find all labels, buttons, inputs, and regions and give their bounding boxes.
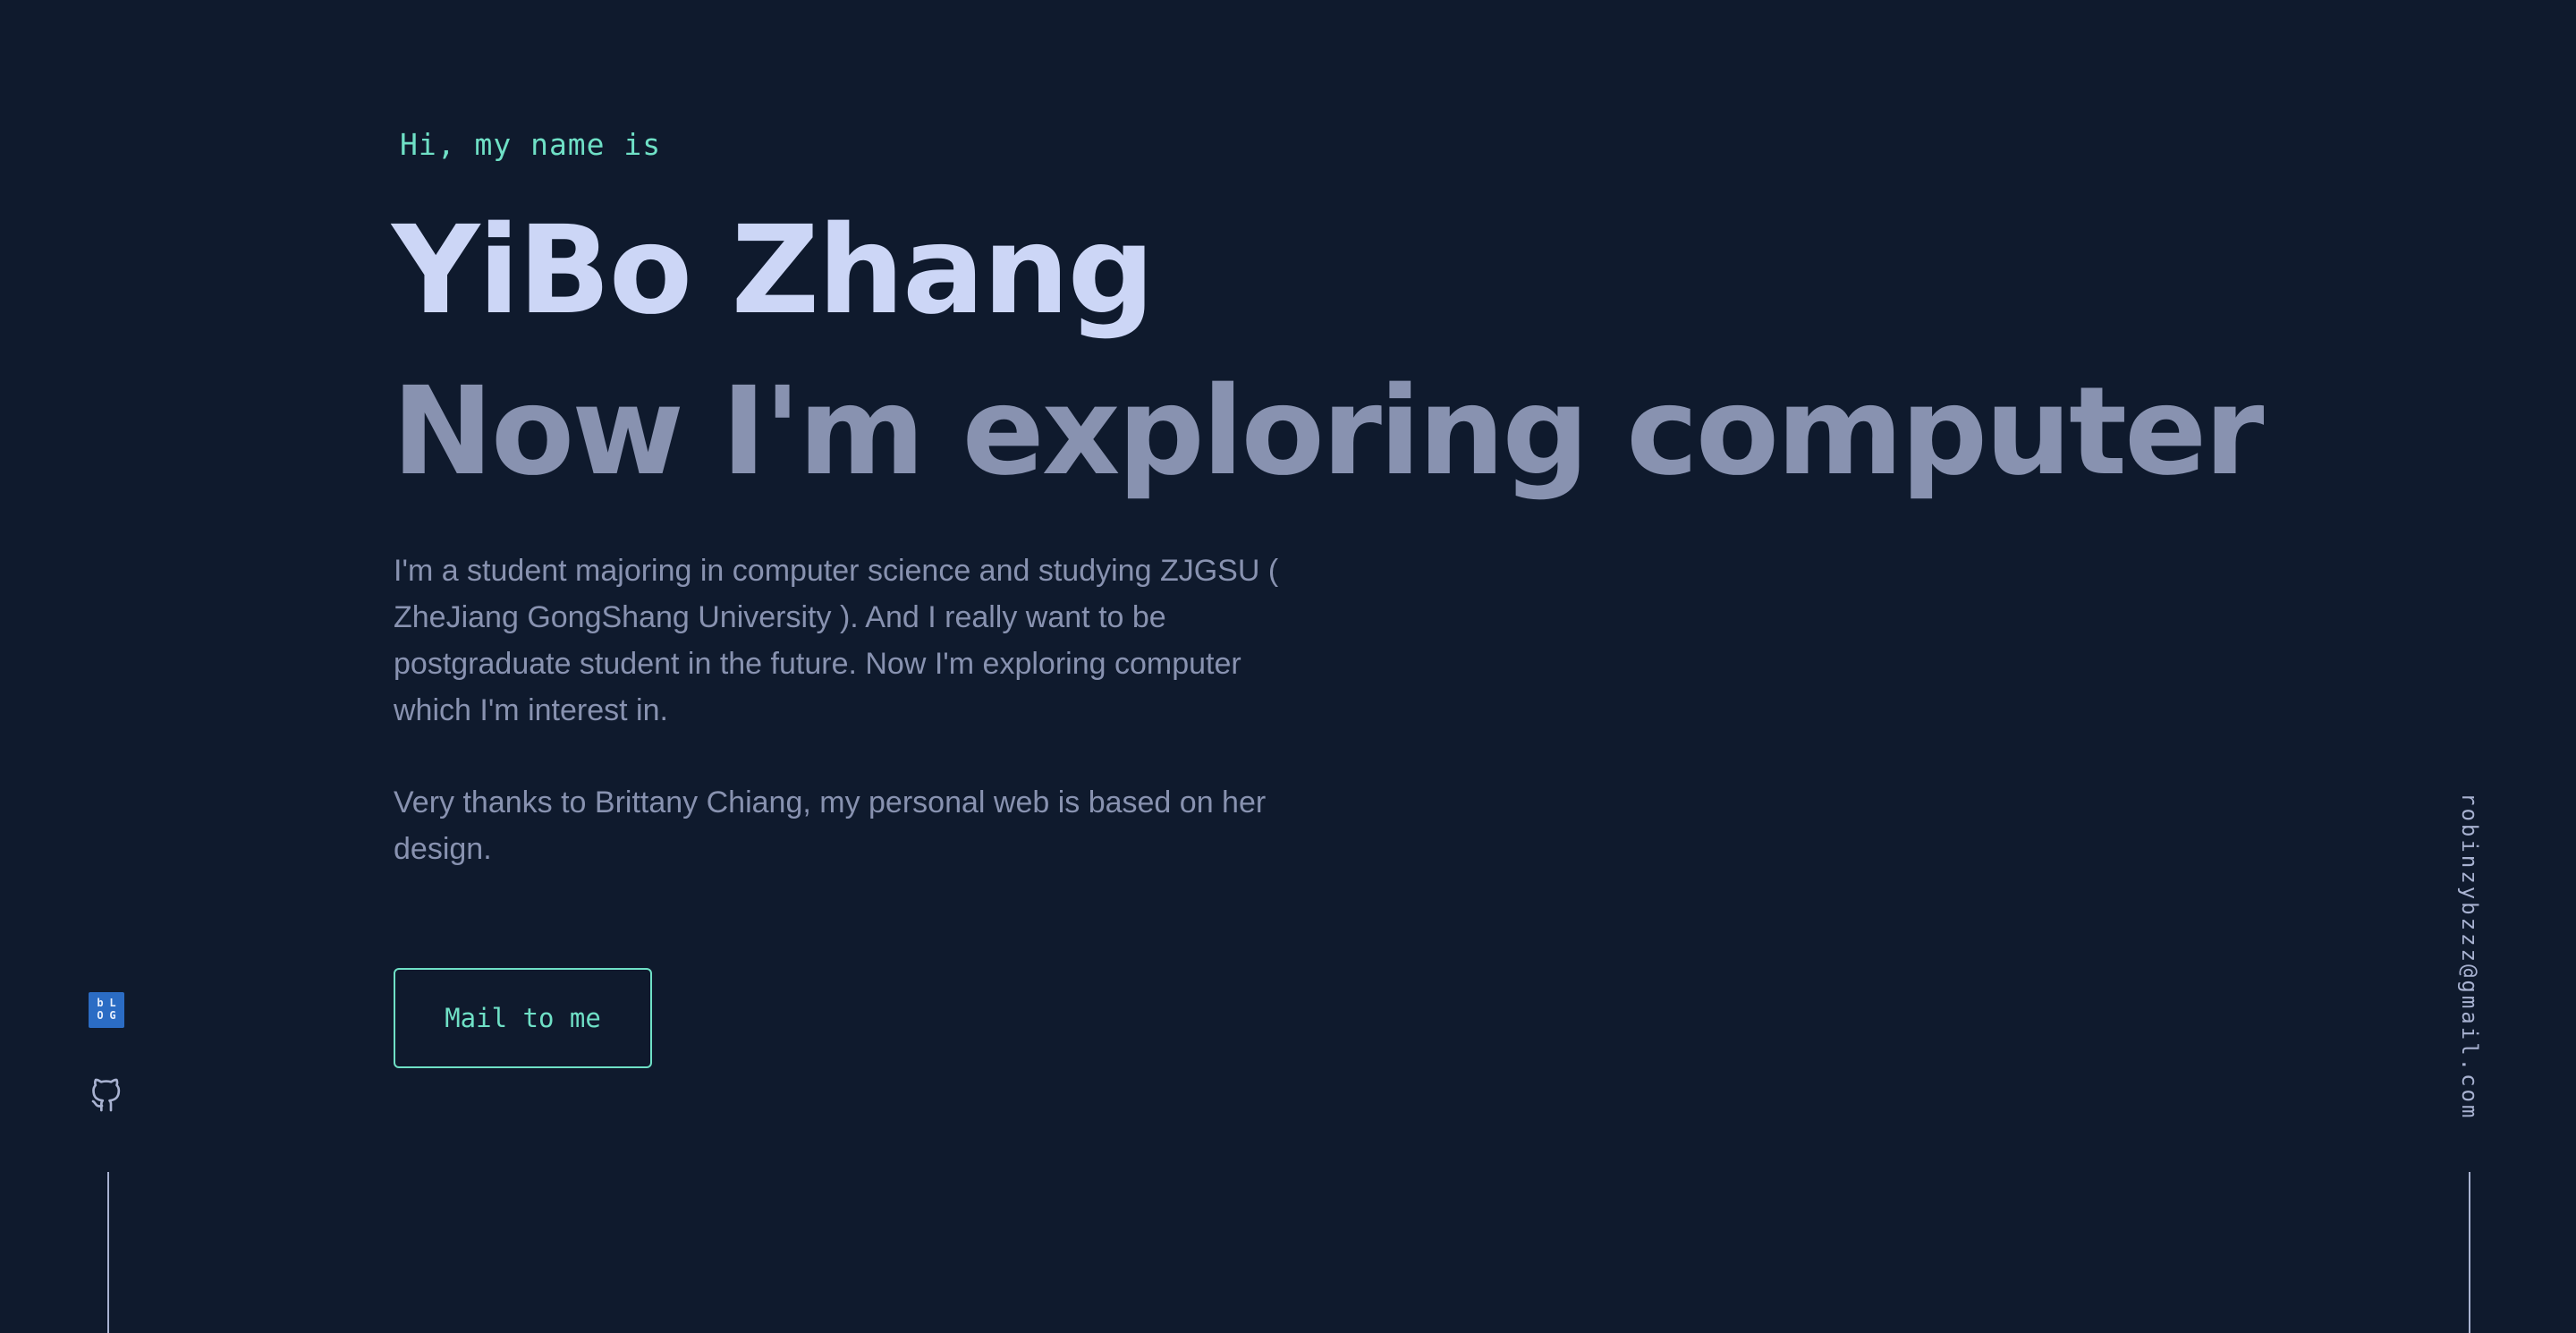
blog-link[interactable]: bLOG — [86, 991, 127, 1029]
left-vertical-line — [107, 1172, 109, 1333]
credits-paragraph: Very thanks to Brittany Chiang, my perso… — [394, 785, 1267, 866]
hero-tagline: Now I'm exploring computer — [392, 361, 2264, 503]
hero-name: YiBo Zhang — [392, 200, 1155, 342]
intro-greeting: Hi, my name is — [400, 127, 662, 162]
github-link[interactable] — [86, 1072, 127, 1113]
github-icon — [91, 1078, 121, 1112]
mail-to-me-button[interactable]: Mail to me — [394, 968, 652, 1068]
email-link[interactable]: robinzybzzz@gmail.com — [2452, 793, 2487, 1120]
blog-icon: bLOG — [89, 992, 124, 1028]
bio-paragraph: I'm a student majoring in computer scien… — [394, 554, 1279, 727]
right-vertical-line — [2469, 1172, 2470, 1333]
